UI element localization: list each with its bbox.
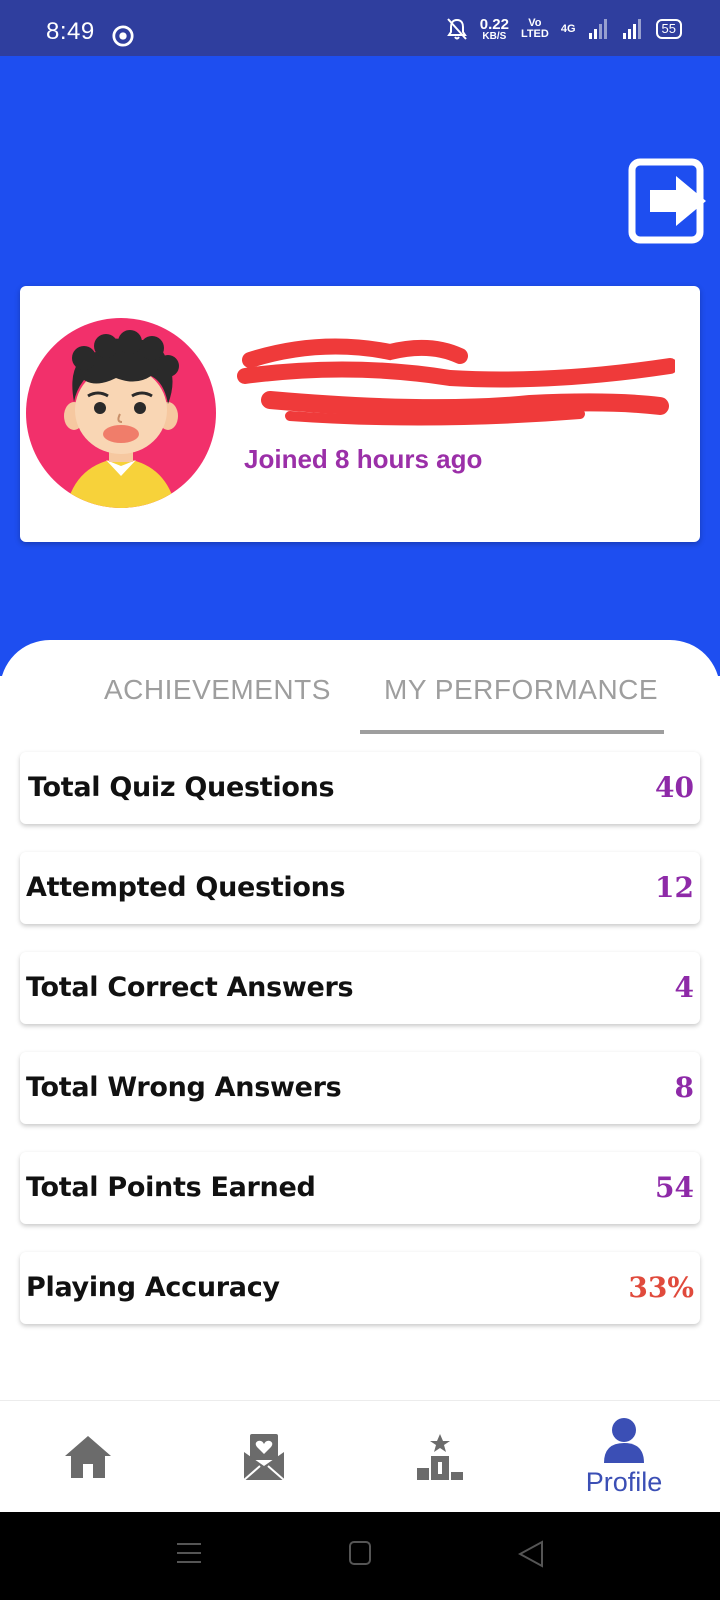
stat-label: Playing Accuracy <box>26 1272 280 1303</box>
profile-icon <box>604 1417 644 1463</box>
stat-row: Playing Accuracy 33% <box>20 1252 700 1324</box>
stat-value: 12 <box>655 871 694 904</box>
net-speed-value: 0.22 <box>479 15 509 33</box>
stat-label: Total Quiz Questions <box>28 772 335 803</box>
system-nav-bar <box>0 1512 720 1600</box>
status-bar: 8:49 0.22 KB/S Vo LTED 4G 55 <box>0 0 720 56</box>
signal-icon-1 <box>588 19 607 39</box>
stat-value: 33% <box>628 1271 694 1304</box>
back-triangle-icon[interactable] <box>518 1540 544 1568</box>
stat-row: Total Wrong Answers 8 <box>20 1052 700 1124</box>
redacted-name-mark <box>237 338 675 426</box>
stat-value: 54 <box>655 1171 694 1204</box>
stat-value: 4 <box>674 971 694 1004</box>
stat-label: Attempted Questions <box>26 872 346 903</box>
network-type: 4G <box>560 23 576 35</box>
tab-indicator <box>360 730 664 734</box>
net-speed-unit: KB/S <box>482 30 507 42</box>
stat-value: 8 <box>674 1071 694 1104</box>
stat-label: Total Correct Answers <box>26 972 354 1003</box>
status-indicators: 0.22 KB/S Vo LTED 4G 55 <box>446 14 682 44</box>
logout-icon[interactable] <box>628 158 708 244</box>
signal-icon-2 <box>622 19 641 39</box>
stat-label: Total Points Earned <box>26 1172 316 1203</box>
joined-time: Joined 8 hours ago <box>244 444 483 474</box>
bottom-nav: Profile <box>0 1400 720 1512</box>
nav-profile[interactable]: Profile <box>572 1401 676 1513</box>
nav-home[interactable] <box>48 1401 128 1513</box>
stat-value: 40 <box>655 771 694 804</box>
nav-profile-label: Profile <box>585 1466 663 1497</box>
stat-row: Total Points Earned 54 <box>20 1152 700 1224</box>
profile-card: Joined 8 hours ago <box>20 286 700 542</box>
stat-row: Total Quiz Questions 40 <box>20 752 700 824</box>
net-speed: 0.22 KB/S <box>480 17 509 42</box>
mute-bell-icon <box>446 18 467 40</box>
menu-icon[interactable] <box>176 1540 202 1566</box>
home-icon <box>65 1436 111 1478</box>
battery-indicator: 55 <box>655 19 682 39</box>
avatar <box>26 318 216 508</box>
chrome-icon <box>112 25 134 47</box>
stat-label: Total Wrong Answers <box>26 1072 342 1103</box>
tab-bar: ACHIEVEMENTS MY PERFORMANCE <box>0 660 720 740</box>
nav-leaderboard[interactable] <box>400 1401 480 1513</box>
volte-indicator: Vo LTED <box>521 18 549 40</box>
tab-my-performance[interactable]: MY PERFORMANCE <box>384 674 658 706</box>
stat-row: Total Correct Answers 4 <box>20 952 700 1024</box>
stat-row: Attempted Questions 12 <box>20 852 700 924</box>
leaderboard-icon <box>417 1434 463 1480</box>
favorite-mail-icon <box>243 1434 285 1481</box>
tab-achievements[interactable]: ACHIEVEMENTS <box>104 674 331 706</box>
nav-favorites[interactable] <box>224 1401 304 1513</box>
status-time: 8:49 <box>46 18 95 45</box>
volte-bottom: LTED <box>520 28 549 40</box>
home-square-icon[interactable] <box>348 1540 372 1566</box>
